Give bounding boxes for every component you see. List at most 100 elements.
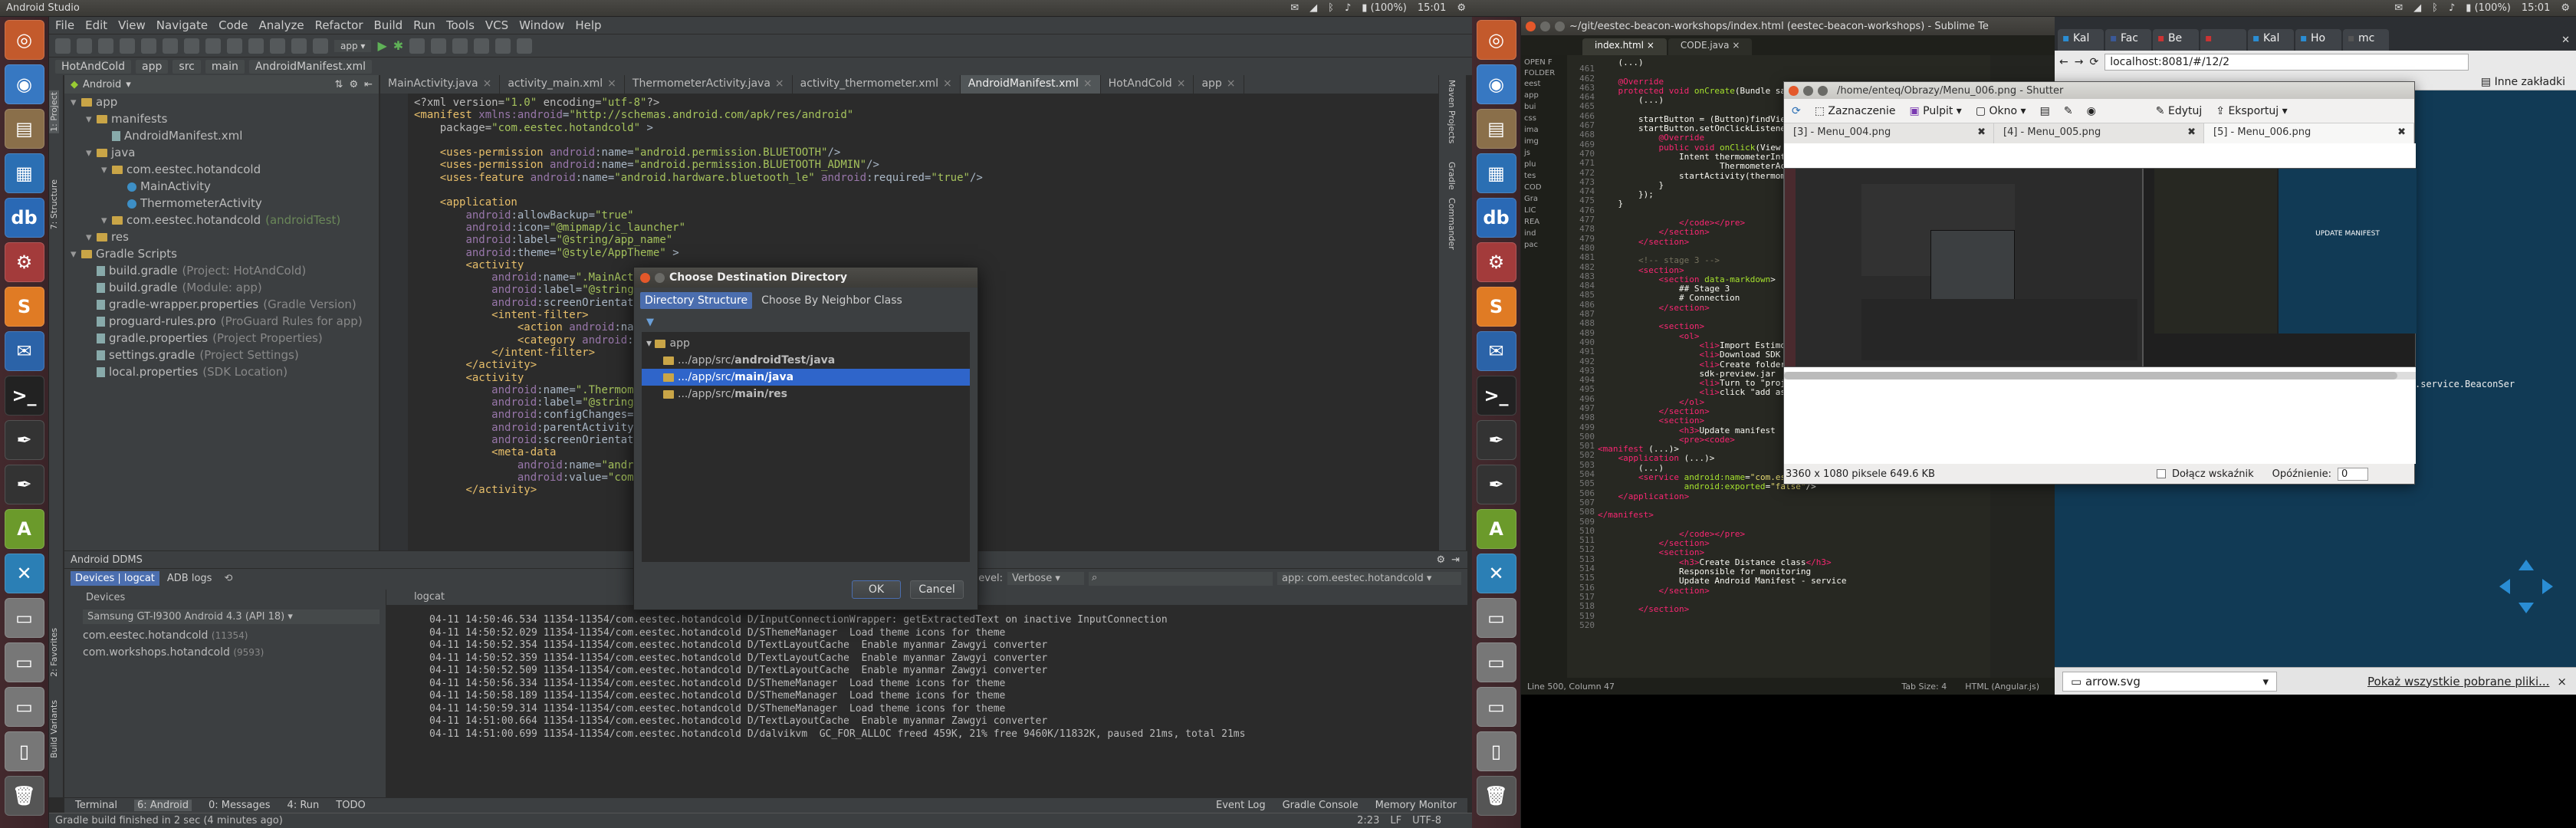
- tree-item[interactable]: ▾ com.eestec.hotandcold: [64, 161, 379, 178]
- android-studio-icon[interactable]: ✕: [1476, 554, 1516, 593]
- download-item[interactable]: ▭ arrow.svg ▾: [2062, 671, 2277, 692]
- list-item[interactable]: com.eestec.hotandcold (11354): [83, 627, 386, 644]
- editor-tab[interactable]: activity_thermometer.xml ×: [793, 75, 961, 94]
- breadcrumb-item[interactable]: AndroidManifest.xml: [248, 59, 372, 74]
- terminal-icon[interactable]: >_: [4, 376, 44, 416]
- android-studio-icon[interactable]: A: [1476, 509, 1516, 549]
- maximize-icon[interactable]: [1818, 85, 1828, 96]
- redo-icon[interactable]: [141, 38, 156, 54]
- maximize-icon[interactable]: [1555, 21, 1565, 31]
- tree-item[interactable]: ▾ java: [64, 144, 379, 161]
- menu-run[interactable]: Run: [413, 18, 435, 32]
- close-icon[interactable]: ×: [1227, 77, 1236, 90]
- tree-item[interactable]: settings.gradle (Project Settings): [64, 347, 379, 363]
- android-monitor-icon[interactable]: [495, 38, 511, 54]
- tree-item[interactable]: local.properties (SDK Location): [64, 363, 379, 380]
- structure-tool-button[interactable]: 7: Structure: [49, 179, 59, 229]
- tree-item[interactable]: ▾ com.eestec.hotandcold (androidTest): [64, 212, 379, 228]
- tab-gradle-console[interactable]: Gradle Console: [1283, 800, 1359, 811]
- hide-icon[interactable]: ⇤: [364, 79, 373, 90]
- replace-icon[interactable]: [248, 38, 264, 54]
- find-icon[interactable]: [227, 38, 242, 54]
- log-level-select[interactable]: Verbose ▾: [1007, 572, 1084, 585]
- sidebar-item[interactable]: css: [1524, 114, 1564, 126]
- logcat-search-input[interactable]: ⌕: [1089, 571, 1273, 586]
- expand-arrow-icon[interactable]: ▾: [86, 144, 97, 161]
- bluetooth-icon[interactable]: ᛒ: [2432, 2, 2438, 14]
- tab-code-java[interactable]: CODE.java ×: [1668, 38, 1753, 55]
- db-icon[interactable]: db: [1476, 198, 1516, 238]
- avd-manager-icon[interactable]: [474, 38, 490, 54]
- save-icon[interactable]: [77, 38, 92, 54]
- settings-icon[interactable]: ⚙: [1476, 242, 1516, 282]
- breadcrumb-item[interactable]: app: [136, 59, 169, 74]
- tree-dir-main-java[interactable]: .../app/src/main/java: [642, 369, 970, 386]
- menu-view[interactable]: View: [118, 18, 146, 32]
- chevron-down-icon[interactable]: ▾: [2262, 675, 2269, 688]
- expand-arrow-icon[interactable]: ▾: [101, 161, 112, 178]
- window-button[interactable]: ▢ Okno ▾: [1976, 105, 2026, 117]
- breadcrumb-item[interactable]: HotAndCold: [55, 59, 132, 74]
- project-tool-button[interactable]: 1: Project: [49, 90, 59, 133]
- copy-icon[interactable]: [184, 38, 199, 54]
- show-all-downloads-link[interactable]: Pokaż wszystkie pobrane pliki...: [2367, 675, 2549, 688]
- sidebar-item[interactable]: FOLDER: [1524, 69, 1564, 80]
- sidebar-item[interactable]: eest: [1524, 80, 1564, 91]
- browser-tab[interactable]: ▪ Kal: [2248, 29, 2294, 51]
- sidebar-item[interactable]: bui: [1524, 103, 1564, 114]
- debug-icon[interactable]: ✱: [393, 38, 403, 53]
- maven-tool-button[interactable]: Maven Projects: [1447, 80, 1457, 143]
- run-config-select[interactable]: app ▾: [334, 39, 372, 52]
- expand-arrow-icon[interactable]: ▾: [86, 110, 97, 127]
- filter-icon[interactable]: ▼: [646, 317, 654, 328]
- sidebar-item[interactable]: ima: [1524, 126, 1564, 137]
- tab-adb-logs[interactable]: ADB logs: [163, 571, 217, 586]
- tab-directory-structure[interactable]: Directory Structure: [640, 292, 753, 309]
- tree-item[interactable]: ▾ res: [64, 228, 379, 245]
- new-tab-button[interactable]: ✕: [2561, 34, 2570, 46]
- editor-tab[interactable]: activity_main.xml ×: [500, 75, 625, 94]
- make-icon[interactable]: [313, 38, 328, 54]
- browser-tab[interactable]: ▪ mc: [2343, 29, 2389, 51]
- mail-icon[interactable]: ✉: [2394, 2, 2403, 14]
- phone-icon[interactable]: ▯: [4, 731, 44, 771]
- arrow-up-icon[interactable]: [2518, 560, 2534, 570]
- paste-icon[interactable]: [205, 38, 221, 54]
- menu-code[interactable]: Code: [219, 18, 248, 32]
- gear-icon[interactable]: ⚙: [1457, 2, 1466, 14]
- editor-tab[interactable]: MainActivity.java ×: [380, 75, 501, 94]
- editor-tab[interactable]: ThermometerActivity.java ×: [625, 75, 793, 94]
- network-icon[interactable]: ◢: [1309, 2, 1317, 14]
- sdk-manager-icon[interactable]: [452, 38, 468, 54]
- editor-tab[interactable]: HotAndCold ×: [1101, 75, 1194, 94]
- selection-button[interactable]: ⬚ Zaznaczenie: [1815, 105, 1896, 117]
- sidebar-item[interactable]: LIC: [1524, 206, 1564, 218]
- hide-icon[interactable]: ⇥: [1451, 554, 1460, 566]
- line-separator[interactable]: LF: [1390, 815, 1401, 826]
- sync-icon[interactable]: [98, 38, 113, 54]
- menu-tools[interactable]: Tools: [446, 18, 475, 32]
- drive-icon[interactable]: ▭: [1476, 687, 1516, 727]
- logcat-filter-select[interactable]: app: com.eestec.hotandcold ▾: [1277, 572, 1461, 585]
- other-bookmarks[interactable]: ▤ Inne zakładki: [2481, 76, 2565, 88]
- logcat-output[interactable]: 04-11 14:50:46.534 11354-11354/com.eeste…: [429, 614, 1245, 741]
- editor-tab[interactable]: AndroidManifest.xml ×: [960, 75, 1101, 94]
- sidebar-item[interactable]: plu: [1524, 160, 1564, 172]
- battery-indicator[interactable]: ▮ (100%): [2466, 2, 2511, 14]
- web-capture-icon[interactable]: ◉: [2087, 105, 2096, 117]
- reload-icon[interactable]: ⟳: [1792, 105, 1801, 117]
- tree-item[interactable]: ▾ app: [64, 94, 379, 110]
- sidebar-item[interactable]: app: [1524, 91, 1564, 103]
- sound-icon[interactable]: ♪: [1345, 2, 1351, 14]
- menu-file[interactable]: File: [55, 18, 74, 32]
- tab-menu-004[interactable]: [3] - Menu_004.png ✖: [1784, 123, 1994, 143]
- syntax[interactable]: HTML (Angular.js): [1965, 682, 2039, 692]
- inkscape-icon[interactable]: ✒: [1476, 465, 1516, 504]
- editor-tab[interactable]: app ×: [1194, 75, 1244, 94]
- writer-icon[interactable]: ▦: [1476, 153, 1516, 193]
- menu-navigate[interactable]: Navigate: [156, 18, 208, 32]
- back-icon[interactable]: ←: [2059, 56, 2068, 68]
- gradle-tool-button[interactable]: Gradle: [1447, 162, 1457, 190]
- preview-scrollbar[interactable]: [1784, 372, 2416, 380]
- browser-tab[interactable]: ▪ Ho: [2295, 29, 2341, 51]
